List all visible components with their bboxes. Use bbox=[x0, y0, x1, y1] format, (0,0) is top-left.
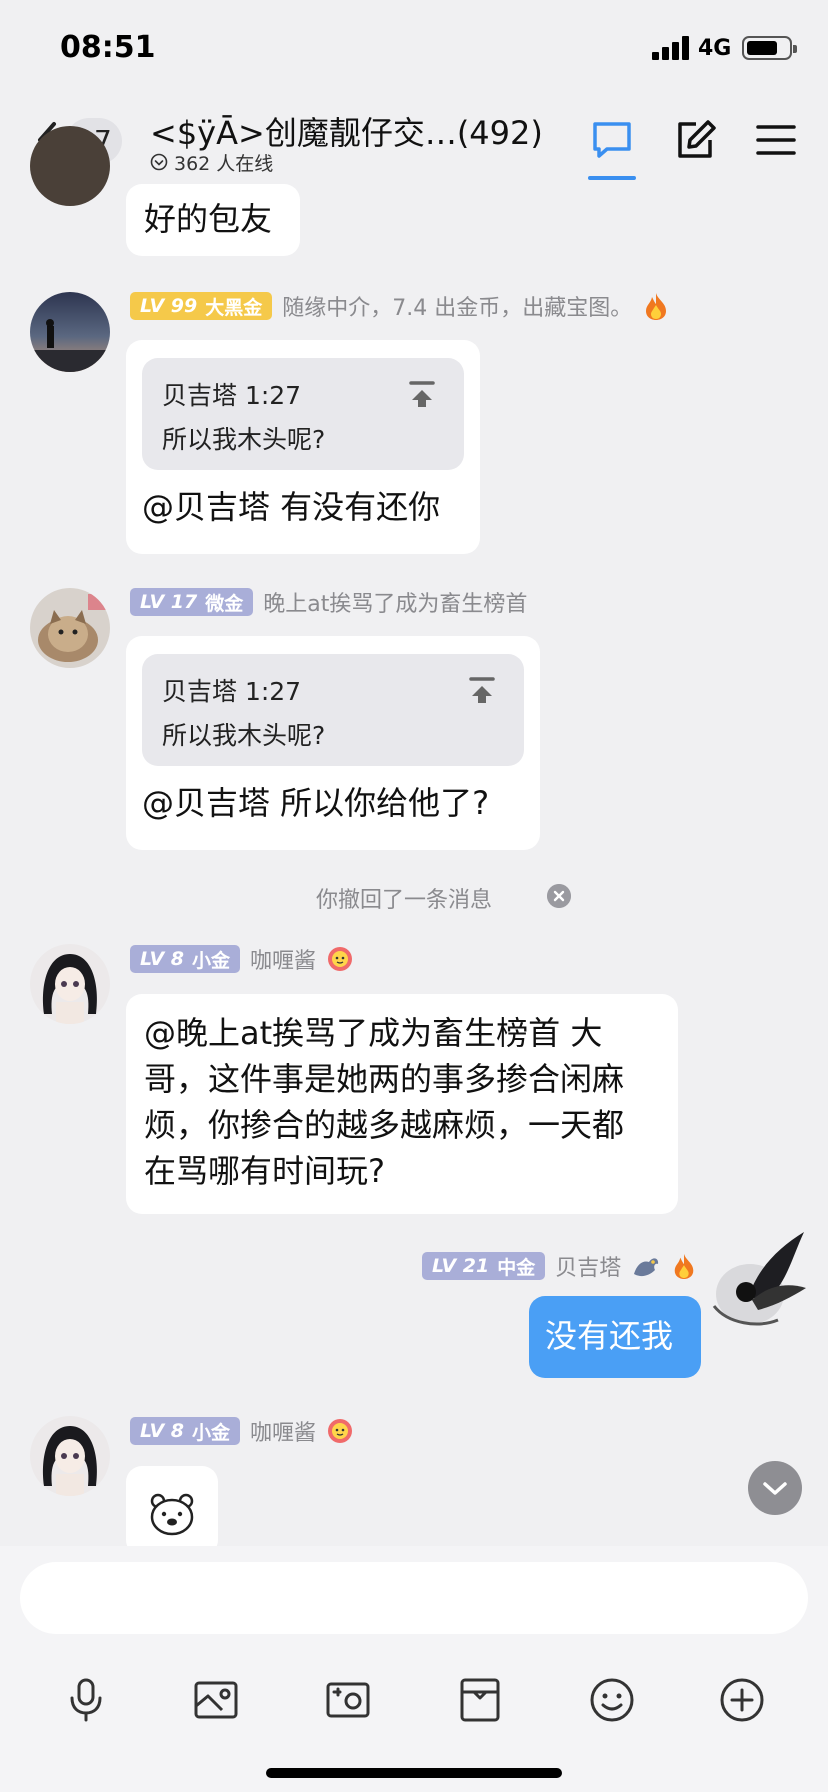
sender-meta: LV 99 大黑金 随缘中介，7.4 出金币，出藏宝图。 bbox=[130, 290, 670, 322]
avatar-image bbox=[30, 319, 110, 372]
sender-meta: LV 8 小金 咖喱酱 bbox=[130, 1415, 354, 1447]
message-bubble[interactable]: 贝吉塔 1:27 所以我木头呢? @贝吉塔 有没有还你 bbox=[126, 340, 480, 554]
sender-meta: LV 8 小金 咖喱酱 bbox=[130, 943, 354, 975]
quoted-message[interactable]: 贝吉塔 1:27 所以我木头呢? bbox=[142, 654, 524, 766]
recall-notice: 你撤回了一条消息 bbox=[0, 880, 828, 916]
cellular-signal-icon bbox=[652, 36, 692, 60]
level-badge: LV 21 中金 bbox=[422, 1252, 546, 1280]
fire-icon bbox=[646, 293, 667, 320]
message-input[interactable] bbox=[20, 1562, 808, 1634]
level-value: LV 99 bbox=[140, 295, 198, 317]
avatar-image bbox=[712, 1232, 806, 1326]
emoji-icon[interactable] bbox=[588, 1676, 636, 1724]
message-text: 好的包友 bbox=[144, 200, 273, 238]
message-line: 哥，这件事是她两的事多掺合闲麻 bbox=[144, 1060, 625, 1098]
scroll-to-bottom-button[interactable] bbox=[748, 1461, 802, 1515]
level-title: 中金 bbox=[497, 1256, 536, 1279]
level-value: LV 8 bbox=[140, 1420, 185, 1442]
home-indicator[interactable] bbox=[266, 1768, 562, 1778]
image-icon[interactable] bbox=[192, 1676, 240, 1724]
status-time: 08:51 bbox=[60, 30, 156, 65]
quote-author: 贝吉塔 1:27 bbox=[162, 381, 302, 410]
quoted-message[interactable]: 贝吉塔 1:27 所以我木头呢? bbox=[142, 358, 464, 470]
quote-text: 所以我木头呢? bbox=[162, 721, 326, 750]
battery-icon bbox=[742, 36, 797, 60]
avatar[interactable] bbox=[30, 292, 110, 372]
camera-icon[interactable] bbox=[324, 1676, 372, 1724]
online-indicator-icon bbox=[150, 153, 168, 171]
avatar[interactable] bbox=[30, 1416, 110, 1496]
package-icon[interactable] bbox=[456, 1676, 504, 1724]
sender-name[interactable]: 贝吉塔 bbox=[555, 1250, 621, 1282]
avatar[interactable] bbox=[30, 944, 110, 1024]
message-bubble[interactable]: 好的包友 bbox=[126, 184, 300, 256]
edit-icon[interactable] bbox=[674, 118, 718, 162]
recall-text: 你撤回了一条消息 bbox=[316, 888, 493, 913]
level-value: LV 17 bbox=[140, 591, 198, 613]
close-icon[interactable] bbox=[547, 884, 571, 908]
message-text: @贝吉塔 所以你给他了? bbox=[142, 784, 490, 822]
level-value: LV 8 bbox=[140, 948, 185, 970]
microphone-icon[interactable] bbox=[62, 1676, 110, 1724]
chat-bubble-icon[interactable] bbox=[590, 118, 634, 162]
sender-name[interactable]: 晚上at挨骂了成为畜生榜首 bbox=[263, 586, 527, 618]
flower-icon bbox=[328, 947, 353, 971]
message-bubble[interactable]: 没有还我 bbox=[529, 1296, 701, 1378]
composer bbox=[0, 1546, 828, 1792]
quote-author: 贝吉塔 1:27 bbox=[162, 677, 302, 706]
avatar-image bbox=[43, 1426, 97, 1496]
quote-text: 所以我木头呢? bbox=[162, 425, 326, 454]
online-count: 362 人在线 bbox=[174, 152, 274, 175]
group-title[interactable]: <$ÿĀ>创魔靓仔交…(492) bbox=[150, 108, 543, 154]
chevron-down-icon bbox=[763, 1482, 787, 1495]
avatar[interactable] bbox=[708, 1228, 808, 1338]
message-text: 没有还我 bbox=[545, 1317, 674, 1355]
message-text: @晚上at挨骂了成为畜生榜首 大 哥，这件事是她两的事多掺合闲麻 烦，你掺合的越… bbox=[144, 1010, 624, 1194]
message-line: @晚上at挨骂了成为畜生榜首 大 bbox=[144, 1014, 603, 1052]
sender-name[interactable]: 咖喱酱 bbox=[250, 943, 316, 975]
jump-to-quote-icon[interactable] bbox=[408, 380, 436, 408]
flower-icon bbox=[328, 1419, 353, 1443]
bear-sticker-icon bbox=[150, 1493, 194, 1536]
active-tab-indicator bbox=[588, 176, 636, 180]
level-title: 微金 bbox=[205, 592, 244, 615]
message-text: @贝吉塔 有没有还你 bbox=[142, 488, 441, 526]
sender-meta: LV 17 微金 晚上at挨骂了成为畜生榜首 bbox=[130, 586, 527, 618]
level-badge: LV 17 微金 bbox=[130, 588, 254, 616]
level-title: 大黑金 bbox=[205, 296, 263, 319]
avatar-image bbox=[38, 594, 108, 662]
jump-to-quote-icon[interactable] bbox=[468, 676, 496, 704]
level-title: 小金 bbox=[192, 949, 231, 972]
menu-icon[interactable] bbox=[754, 118, 798, 162]
avatar[interactable] bbox=[30, 126, 110, 206]
avatar-image bbox=[43, 954, 97, 1024]
level-badge: LV 99 大黑金 bbox=[130, 292, 273, 320]
dragon-icon bbox=[634, 1258, 659, 1277]
fire-icon bbox=[675, 1253, 694, 1279]
level-badge: LV 8 小金 bbox=[130, 945, 241, 973]
sender-name[interactable]: 咖喱酱 bbox=[250, 1415, 316, 1447]
message-bubble[interactable] bbox=[126, 1466, 218, 1556]
sender-name[interactable]: 随缘中介，7.4 出金币，出藏宝图。 bbox=[282, 290, 632, 322]
sender-meta: LV 21 中金 贝吉塔 bbox=[422, 1250, 697, 1282]
message-line: 在骂哪有时间玩? bbox=[144, 1152, 385, 1190]
network-type: 4G bbox=[698, 36, 732, 61]
level-badge: LV 8 小金 bbox=[130, 1417, 241, 1445]
level-value: LV 21 bbox=[432, 1255, 490, 1277]
status-bar: 08:51 4G bbox=[0, 0, 828, 96]
level-title: 小金 bbox=[192, 1421, 231, 1444]
avatar[interactable] bbox=[30, 588, 110, 668]
online-status: 362 人在线 bbox=[150, 150, 274, 175]
plus-icon[interactable] bbox=[718, 1676, 766, 1724]
message-bubble[interactable]: @晚上at挨骂了成为畜生榜首 大 哥，这件事是她两的事多掺合闲麻 烦，你掺合的越… bbox=[126, 994, 678, 1214]
nav-bar: 97 <$ÿĀ>创魔靓仔交…(492) 362 人在线 bbox=[0, 96, 828, 186]
message-bubble[interactable]: 贝吉塔 1:27 所以我木头呢? @贝吉塔 所以你给他了? bbox=[126, 636, 540, 850]
message-line: 烦，你掺合的越多越麻烦，一天都 bbox=[144, 1106, 625, 1144]
